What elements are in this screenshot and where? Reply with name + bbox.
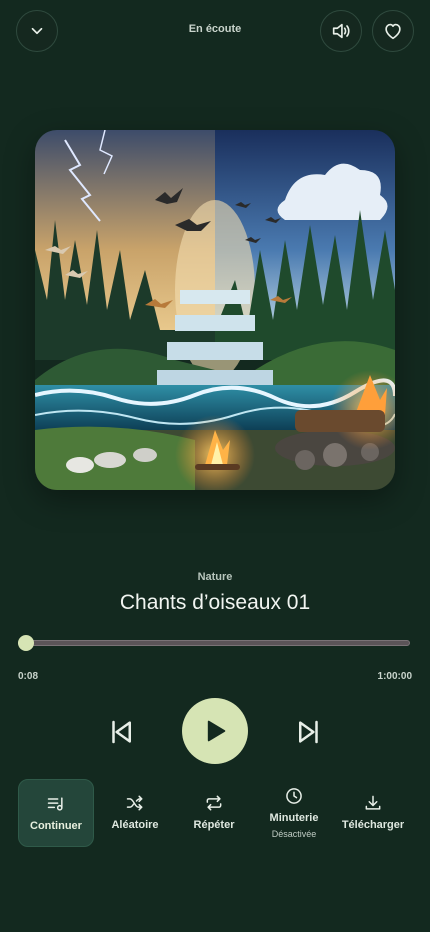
progress-track	[18, 640, 410, 646]
nature-artwork-image	[35, 130, 395, 490]
shuffle-icon	[126, 795, 143, 811]
progress-slider[interactable]	[18, 635, 410, 651]
total-time: 1:00:00	[377, 671, 412, 682]
next-button[interactable]	[292, 715, 326, 749]
skip-previous-icon	[112, 720, 131, 744]
repeat-icon	[206, 795, 222, 811]
current-time: 0:08	[18, 671, 39, 682]
speaker-icon	[332, 23, 350, 39]
track-title: Chants d’oiseaux 01	[119, 591, 311, 614]
skip-next-icon	[299, 720, 318, 744]
clock-icon	[286, 788, 302, 804]
mode-label: Télécharger	[341, 819, 405, 831]
mode-timer-button[interactable]: Minuterie Désactivée	[256, 779, 332, 847]
mode-label: Répéter	[193, 819, 235, 831]
mode-download-button[interactable]: Télécharger	[335, 779, 411, 847]
track-category: Nature	[197, 571, 233, 583]
heart-icon	[385, 23, 401, 40]
previous-button[interactable]	[104, 715, 138, 749]
favorite-button[interactable]	[372, 10, 414, 52]
playback-modes: Continuer Aléatoire Répéter Minuterie Dé…	[18, 779, 412, 847]
mode-shuffle-button[interactable]: Aléatoire	[97, 779, 173, 847]
album-artwork	[35, 130, 395, 490]
queue-music-icon	[47, 797, 63, 811]
top-bar: En écoute	[16, 10, 414, 54]
play-icon	[207, 720, 226, 742]
mode-label: Minuterie	[269, 812, 319, 824]
mode-label: Aléatoire	[111, 819, 159, 831]
mode-continue-button[interactable]: Continuer	[18, 779, 94, 847]
playback-controls	[0, 698, 430, 766]
timer-status: Désactivée	[271, 829, 317, 839]
progress-thumb[interactable]	[18, 635, 34, 651]
play-button[interactable]	[182, 698, 248, 764]
mode-repeat-button[interactable]: Répéter	[176, 779, 252, 847]
download-icon	[365, 795, 381, 810]
mode-label: Continuer	[30, 820, 82, 832]
volume-button[interactable]	[320, 10, 362, 52]
